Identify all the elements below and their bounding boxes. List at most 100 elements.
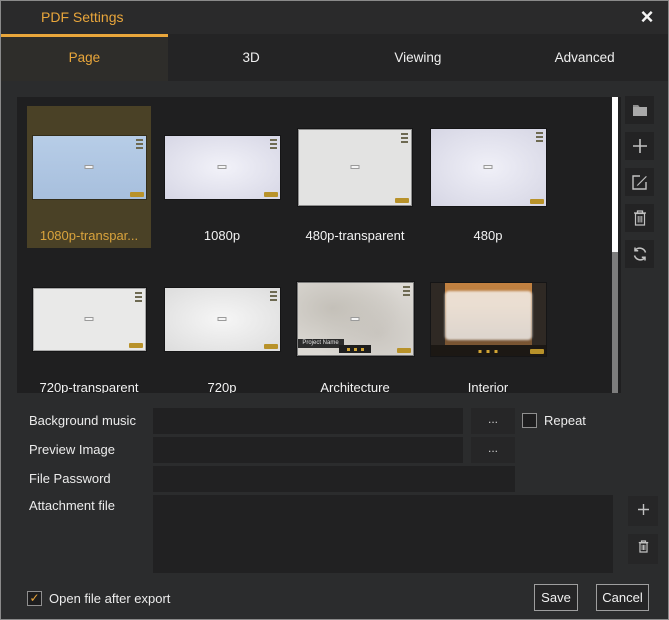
thumbnail-zone [27, 106, 151, 228]
attachment-file-textarea[interactable] [153, 495, 613, 573]
tab-3d[interactable]: 3D [168, 34, 335, 81]
thumbnail-zone [160, 258, 284, 380]
thumbnail-zone [426, 258, 550, 380]
title-bar: PDF Settings × [1, 1, 668, 34]
repeat-label: Repeat [544, 413, 586, 428]
tab-page-label: Page [69, 50, 101, 65]
thumb-menu-icon [270, 139, 277, 150]
open-file-after-export-label: Open file after export [49, 591, 170, 606]
file-password-label: File Password [29, 471, 111, 486]
attachment-delete-button[interactable] [628, 534, 658, 564]
tab-viewing[interactable]: Viewing [335, 34, 502, 81]
plus-icon [638, 502, 649, 520]
thumbnail-interior [431, 283, 546, 356]
open-file-after-export-checkbox[interactable]: ✓ [27, 591, 42, 606]
thumb-toolbar [339, 345, 371, 353]
save-button[interactable]: Save [534, 584, 578, 611]
thumbnail-720p [165, 288, 280, 351]
preview-image-label: Preview Image [29, 442, 115, 457]
thumbnail-zone [293, 106, 417, 228]
thumb-logo [530, 349, 544, 354]
thumb-watermark [351, 317, 360, 321]
thumb-menu-icon [536, 132, 543, 143]
edit-icon [632, 174, 648, 190]
thumbnail-zone [27, 258, 151, 380]
thumbnail-zone [426, 106, 550, 228]
thumb-logo [530, 199, 544, 204]
gallery-item-480p[interactable]: 480p [426, 106, 550, 248]
gallery-item-architecture[interactable]: Project Name Architecture [293, 258, 417, 393]
gallery-item-720p[interactable]: 720p [160, 258, 284, 393]
thumb-watermark [218, 317, 227, 321]
add-template-button[interactable] [625, 132, 654, 160]
trash-icon [638, 540, 649, 558]
attachment-file-label: Attachment file [29, 498, 115, 513]
dot-icon [347, 348, 350, 351]
dot-icon [361, 348, 364, 351]
pdf-settings-dialog: PDF Settings × Page 3D Viewing Advanced … [0, 0, 669, 620]
thumb-watermark [351, 165, 360, 169]
thumb-screen-overlay [445, 291, 532, 340]
refresh-button[interactable] [625, 240, 654, 268]
thumbnail-1080p [165, 136, 280, 199]
file-password-input[interactable] [153, 466, 515, 492]
thumb-logo [129, 343, 143, 348]
thumbnail-480p-transparent [298, 129, 412, 206]
plus-icon [632, 138, 648, 154]
dot-icon [487, 350, 490, 353]
open-folder-button[interactable] [625, 96, 654, 124]
attachment-add-button[interactable] [628, 496, 658, 526]
gallery-item-1080p-transparent[interactable]: 1080p-transpar... [27, 106, 151, 248]
thumbnail-zone: Project Name [293, 258, 417, 380]
thumb-menu-icon [401, 133, 408, 144]
thumbnail-zone [160, 106, 284, 228]
thumb-menu-icon [135, 292, 142, 303]
close-icon[interactable]: × [634, 4, 660, 30]
trash-icon [633, 210, 647, 226]
edit-template-button[interactable] [625, 168, 654, 196]
tab-page[interactable]: Page [1, 34, 168, 81]
thumb-logo [395, 198, 409, 203]
thumb-menu-icon [403, 286, 410, 297]
gallery-item-interior[interactable]: Interior [426, 258, 550, 393]
thumb-menu-icon [270, 291, 277, 302]
preview-image-input[interactable] [153, 437, 463, 463]
gallery-item-label: 1080p [204, 228, 240, 246]
thumb-project-name-bar: Project Name [298, 339, 344, 348]
thumb-watermark [85, 317, 94, 321]
gallery-item-label: Interior [468, 380, 508, 393]
thumb-toolbar [479, 350, 498, 353]
refresh-icon [632, 246, 648, 262]
background-music-input[interactable] [153, 408, 463, 434]
gallery-item-1080p[interactable]: 1080p [160, 106, 284, 248]
tab-bar: Page 3D Viewing Advanced [1, 34, 668, 81]
background-music-label: Background music [29, 413, 136, 428]
thumb-watermark [218, 165, 227, 169]
dot-icon [479, 350, 482, 353]
thumb-logo [264, 192, 278, 197]
gallery-item-label: 480p [474, 228, 503, 246]
thumb-logo [397, 348, 411, 353]
preview-image-browse-button[interactable]: ... [471, 437, 515, 463]
thumbnail-480p [431, 129, 546, 206]
repeat-checkbox[interactable] [522, 413, 537, 428]
thumbnail-architecture: Project Name [297, 282, 414, 356]
thumbnail-720p-transparent [33, 288, 146, 351]
thumb-logo [264, 344, 278, 349]
gallery-item-label: 480p-transparent [305, 228, 404, 246]
delete-template-button[interactable] [625, 204, 654, 232]
gallery-item-label: 720p-transparent [39, 380, 138, 393]
dot-icon [354, 348, 357, 351]
cancel-button[interactable]: Cancel [596, 584, 649, 611]
gallery-item-480p-transparent[interactable]: 480p-transparent [293, 106, 417, 248]
template-gallery: 1080p-transpar... 1080p 480p-transpa [17, 97, 621, 393]
gallery-scrollbar-thumb[interactable] [612, 97, 618, 252]
gallery-item-720p-transparent[interactable]: 720p-transparent [27, 258, 151, 393]
tab-3d-label: 3D [242, 50, 259, 65]
thumb-watermark [85, 165, 94, 169]
background-music-browse-button[interactable]: ... [471, 408, 515, 434]
thumb-logo [130, 192, 144, 197]
gallery-item-label: Architecture [320, 380, 389, 393]
tab-advanced[interactable]: Advanced [501, 34, 668, 81]
thumb-menu-icon [136, 139, 143, 150]
